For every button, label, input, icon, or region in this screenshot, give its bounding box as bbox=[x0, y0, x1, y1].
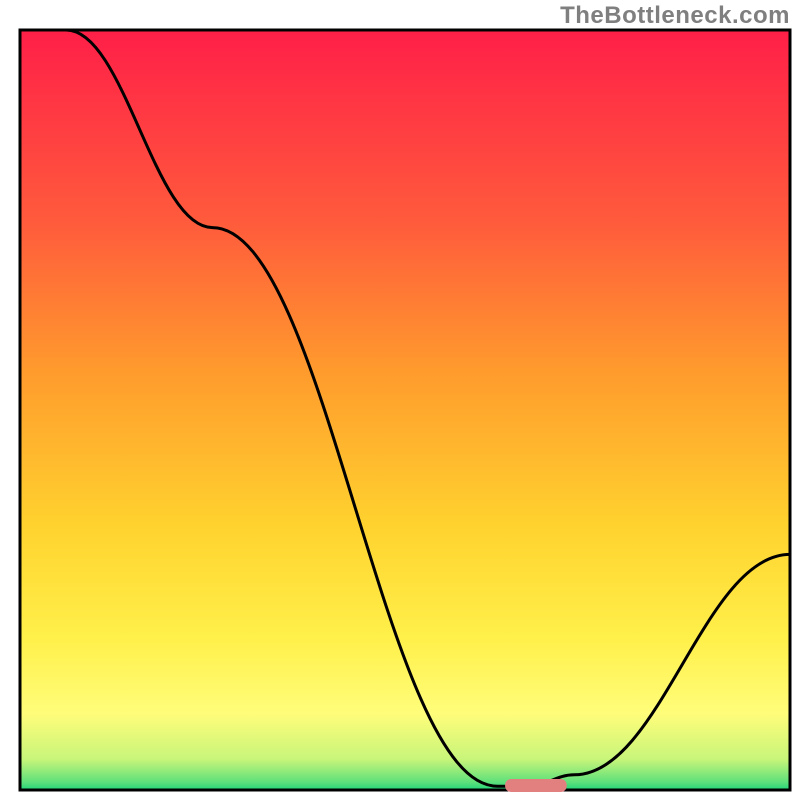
bottleneck-chart bbox=[0, 0, 800, 800]
chart-container: TheBottleneck.com bbox=[0, 0, 800, 800]
minimum-marker bbox=[505, 779, 567, 792]
watermark-text: TheBottleneck.com bbox=[560, 2, 790, 30]
